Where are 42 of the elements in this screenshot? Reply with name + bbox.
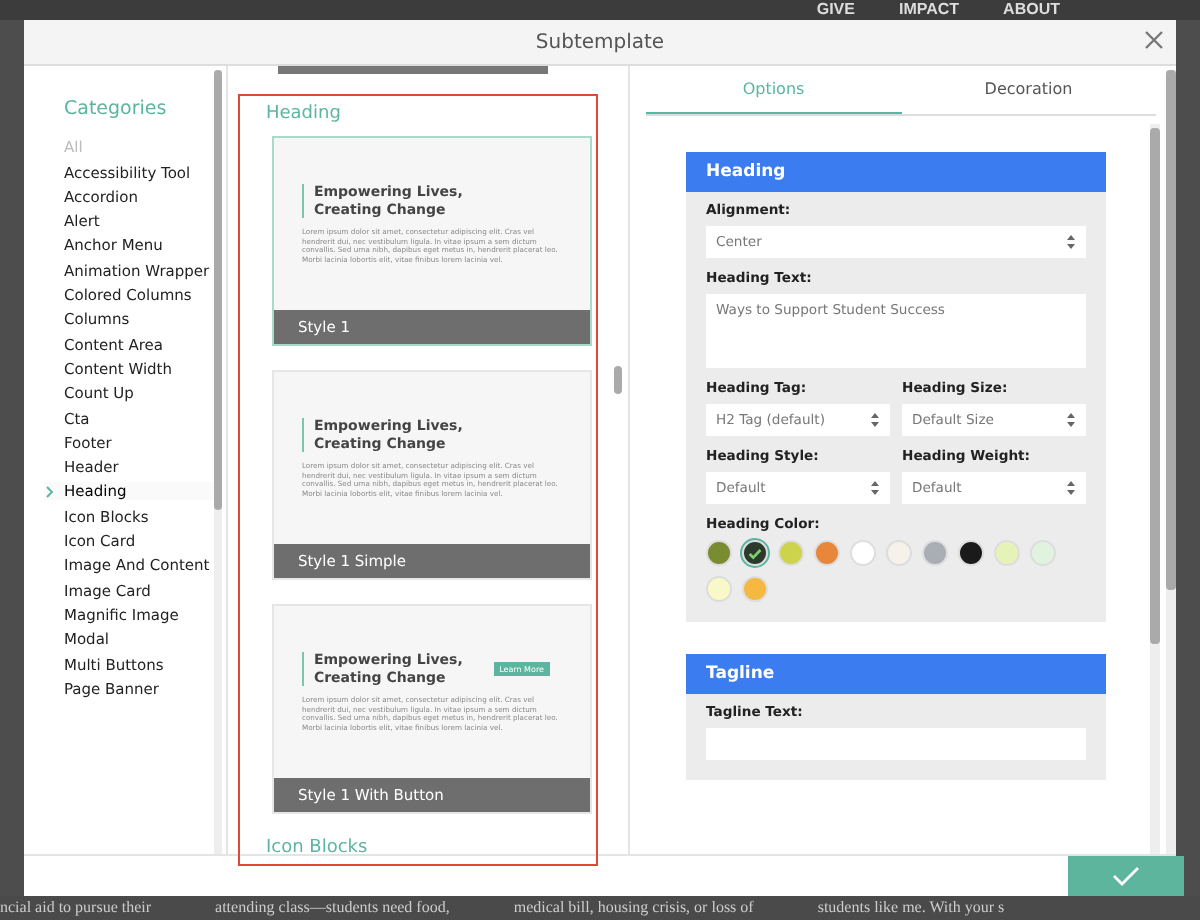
color-swatch[interactable]: [850, 540, 876, 566]
panel-header: Heading: [686, 152, 1106, 192]
page-text: attending class—students need food,: [215, 896, 450, 920]
check-icon: [748, 547, 762, 559]
section-heading: Heading: [265, 104, 343, 124]
color-swatch[interactable]: [706, 540, 732, 566]
up-down-arrows-icon: [1066, 412, 1076, 428]
check-icon: [1112, 866, 1140, 886]
color-swatch[interactable]: [958, 540, 984, 566]
template-card[interactable]: [271, 370, 592, 580]
color-swatch[interactable]: [778, 540, 804, 566]
scrollbar[interactable]: [1166, 70, 1176, 854]
up-down-arrows-icon: [1066, 234, 1076, 250]
up-down-arrows-icon: [870, 480, 880, 496]
up-down-arrows-icon: [1066, 480, 1076, 496]
panel-header: Tagline: [686, 654, 1106, 694]
color-swatch[interactable]: [742, 540, 768, 566]
color-swatch[interactable]: [742, 576, 768, 602]
tab[interactable]: Decoration: [901, 66, 1156, 114]
window-title: Subtemplate: [535, 31, 665, 53]
scrollbar[interactable]: [1150, 124, 1160, 854]
template-card[interactable]: [271, 136, 592, 346]
confirm-button[interactable]: [1068, 856, 1184, 896]
up-down-arrows-icon: [870, 412, 880, 428]
color-swatch[interactable]: [994, 540, 1020, 566]
color-swatch[interactable]: [814, 540, 840, 566]
page-text: ncial aid to pursue their: [0, 896, 152, 920]
close-icon[interactable]: [1144, 30, 1164, 50]
page-text: students like me. With your s: [817, 896, 1005, 920]
page-text: medical bill, housing crisis, or loss of: [513, 896, 754, 920]
nav-link[interactable]: GIVE: [816, 0, 855, 20]
nav-link[interactable]: ABOUT: [1003, 0, 1060, 20]
color-swatch[interactable]: [886, 540, 912, 566]
resize-handle[interactable]: [614, 366, 622, 394]
chevron-icon: [46, 485, 54, 498]
section-heading: Icon Blocks: [265, 838, 370, 858]
color-swatch[interactable]: [706, 576, 732, 602]
nav-link[interactable]: IMPACT: [898, 0, 960, 20]
scrollbar[interactable]: [213, 70, 222, 854]
categories-heading: Categories: [64, 98, 169, 120]
color-swatch[interactable]: [922, 540, 948, 566]
template-card[interactable]: [271, 604, 592, 814]
